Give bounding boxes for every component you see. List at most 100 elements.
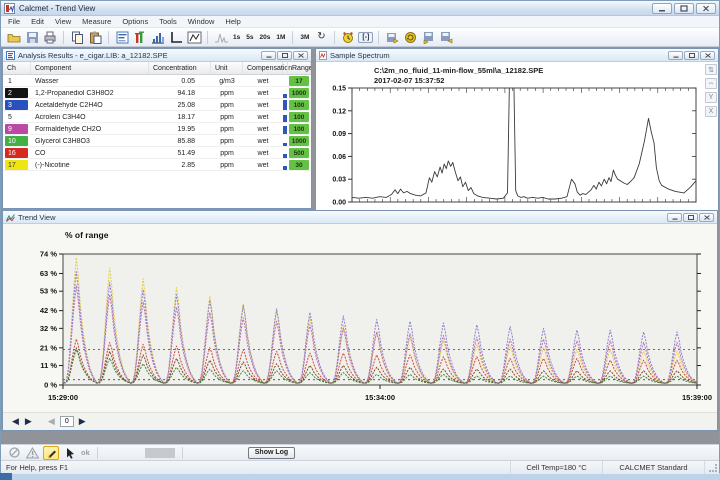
continuous-measure-icon[interactable]: ↻ xyxy=(313,30,329,45)
spectrum-file-path: C:\2m_no_fluid_11-min-flow_55ml\a_12182.… xyxy=(374,66,543,75)
unit-cell: ppm xyxy=(211,162,243,169)
trend-step-back-button[interactable]: ◀ xyxy=(47,417,56,426)
analysis-minimize-button[interactable] xyxy=(261,51,276,60)
trend-view-icon-small xyxy=(6,213,15,222)
histogram-icon[interactable] xyxy=(150,30,166,45)
col-compensation[interactable]: Compensation xyxy=(243,62,283,74)
range-cell: 17 xyxy=(288,75,311,87)
dismiss-alarm-icon[interactable] xyxy=(7,446,21,459)
col-concentration[interactable]: Concentration xyxy=(149,62,211,74)
trend-prev-page-button[interactable]: ◀ xyxy=(11,417,20,426)
trend-chart-icon[interactable] xyxy=(186,30,202,45)
menu-file[interactable]: File xyxy=(8,17,20,26)
close-button[interactable] xyxy=(696,3,716,14)
trend-page-input[interactable] xyxy=(60,416,74,427)
trend-view-window: Trend View % of range 74 %63 %53 %42 %32… xyxy=(2,210,718,431)
col-range[interactable]: Range xyxy=(288,62,311,74)
trend-view-titlebar[interactable]: Trend View xyxy=(3,211,717,224)
resize-grip[interactable] xyxy=(705,461,719,474)
copy-icon[interactable] xyxy=(69,30,85,45)
toolbar-separator xyxy=(108,31,109,44)
menu-view[interactable]: View xyxy=(55,17,71,26)
analysis-table: Ch Component Concentration Unit Compensa… xyxy=(3,62,311,208)
analysis-table-row[interactable]: 5Acrolein C3H4O18.17ppmwet100 xyxy=(3,111,311,123)
svg-text:0.09: 0.09 xyxy=(332,131,346,138)
save-results-icon[interactable] xyxy=(438,30,454,45)
progress-placeholder xyxy=(145,448,175,458)
interval-3m-button[interactable]: 3M xyxy=(298,33,311,42)
analysis-table-row[interactable]: 16CO51.49ppmwet500 xyxy=(3,147,311,159)
sample-spectrum-title: Sample Spectrum xyxy=(330,51,390,60)
svg-text:0.12: 0.12 xyxy=(332,108,346,115)
svg-text:0.15: 0.15 xyxy=(332,86,346,93)
spectrum-minimize-button[interactable] xyxy=(668,51,683,60)
zoom-y-button[interactable]: Y xyxy=(705,92,717,103)
maximize-button[interactable] xyxy=(674,3,694,14)
interval-5s-button[interactable]: 5s xyxy=(244,33,255,42)
axes-icon[interactable] xyxy=(168,30,184,45)
menu-tools[interactable]: Tools xyxy=(159,17,177,26)
sample-spectrum-titlebar[interactable]: Sample Spectrum xyxy=(316,49,718,62)
analysis-table-header: Ch Component Concentration Unit Compensa… xyxy=(3,62,311,75)
analysis-table-row[interactable]: 1Wasser0.05g/m3wet17 xyxy=(3,75,311,87)
analysis-close-button[interactable] xyxy=(293,51,308,60)
analysis-results-icon[interactable] xyxy=(114,30,130,45)
analysis-table-row[interactable]: 9Formaldehyde CH2O19.95ppmwet100 xyxy=(3,123,311,135)
channel-cell: 3 xyxy=(3,99,31,111)
interval-1m-button[interactable]: 1M xyxy=(274,33,287,42)
menu-edit[interactable]: Edit xyxy=(31,17,44,26)
minimize-button[interactable] xyxy=(652,3,672,14)
trend-close-button[interactable] xyxy=(699,213,714,222)
alarm-clock-icon[interactable] xyxy=(340,30,356,45)
show-log-button[interactable]: Show Log xyxy=(248,447,295,459)
cursor-select-icon[interactable] xyxy=(63,446,77,459)
zoom-horizontal-button[interactable]: ⇔ xyxy=(705,78,717,89)
analysis-table-row[interactable]: 3Acetaldehyde C2H4O25.08ppmwet100 xyxy=(3,99,311,111)
sample-spectrum-icon-small xyxy=(319,51,327,60)
marker-pen-button[interactable] xyxy=(43,446,59,460)
menu-help[interactable]: Help xyxy=(225,17,240,26)
trend-step-forward-button[interactable]: ▶ xyxy=(78,417,87,426)
analysis-table-row[interactable]: 10Glycerol C3H8O385.88ppmwet1000 xyxy=(3,135,311,147)
reload-library-icon[interactable] xyxy=(420,30,436,45)
desktop-fragment xyxy=(0,473,12,480)
col-ch[interactable]: Ch xyxy=(3,62,31,74)
range-cell: 1000 xyxy=(288,135,311,147)
menu-window[interactable]: Window xyxy=(188,17,215,26)
bracket-toggle-button[interactable]: [-] xyxy=(358,32,373,43)
concentration-cell: 0.05 xyxy=(149,78,211,85)
components-bars-icon[interactable] xyxy=(132,30,148,45)
analysis-table-row[interactable]: 17(-)-Nicotine2.85ppmwet30 xyxy=(3,159,311,171)
interval-1s-button[interactable]: 1s xyxy=(231,33,242,42)
analysis-results-titlebar[interactable]: Analysis Results - e_cigar.LIB: a_12182.… xyxy=(3,49,311,62)
print-icon[interactable] xyxy=(42,30,58,45)
concentration-cell: 18.17 xyxy=(149,114,211,121)
analysis-maximize-button[interactable] xyxy=(277,51,292,60)
svg-text:63 %: 63 % xyxy=(40,269,57,278)
concentration-cell: 85.88 xyxy=(149,138,211,145)
spectrum-close-button[interactable] xyxy=(700,51,715,60)
col-unit[interactable]: Unit xyxy=(211,62,243,74)
warning-icon[interactable] xyxy=(25,446,39,459)
menu-measure[interactable]: Measure xyxy=(82,17,111,26)
spectrum-maximize-button[interactable] xyxy=(684,51,699,60)
paste-icon[interactable] xyxy=(87,30,103,45)
spectrum-view-icon[interactable] xyxy=(213,30,229,45)
concentration-cell: 51.49 xyxy=(149,150,211,157)
interval-20s-button[interactable]: 20s xyxy=(257,33,272,42)
analysis-table-row[interactable]: 21,2-Propanediol C3H8O294.18ppmwet1000 xyxy=(3,87,311,99)
spectrum-timestamp: 2017-02-07 15:37:52 xyxy=(374,76,444,85)
zoom-x-button[interactable]: X xyxy=(705,106,717,117)
menu-options[interactable]: Options xyxy=(122,17,148,26)
trend-minimize-button[interactable] xyxy=(667,213,682,222)
zoom-vertical-button[interactable]: ⇅ xyxy=(705,64,717,75)
auto-update-icon[interactable] xyxy=(402,30,418,45)
save-library-icon[interactable] xyxy=(384,30,400,45)
component-cell: Acrolein C3H4O xyxy=(31,114,149,121)
title-bar[interactable]: Calcmet - Trend View xyxy=(1,1,719,16)
trend-next-page-button[interactable]: ▶ xyxy=(24,417,33,426)
col-component[interactable]: Component xyxy=(31,62,149,74)
trend-maximize-button[interactable] xyxy=(683,213,698,222)
open-folder-icon[interactable] xyxy=(6,30,22,45)
save-icon[interactable] xyxy=(24,30,40,45)
